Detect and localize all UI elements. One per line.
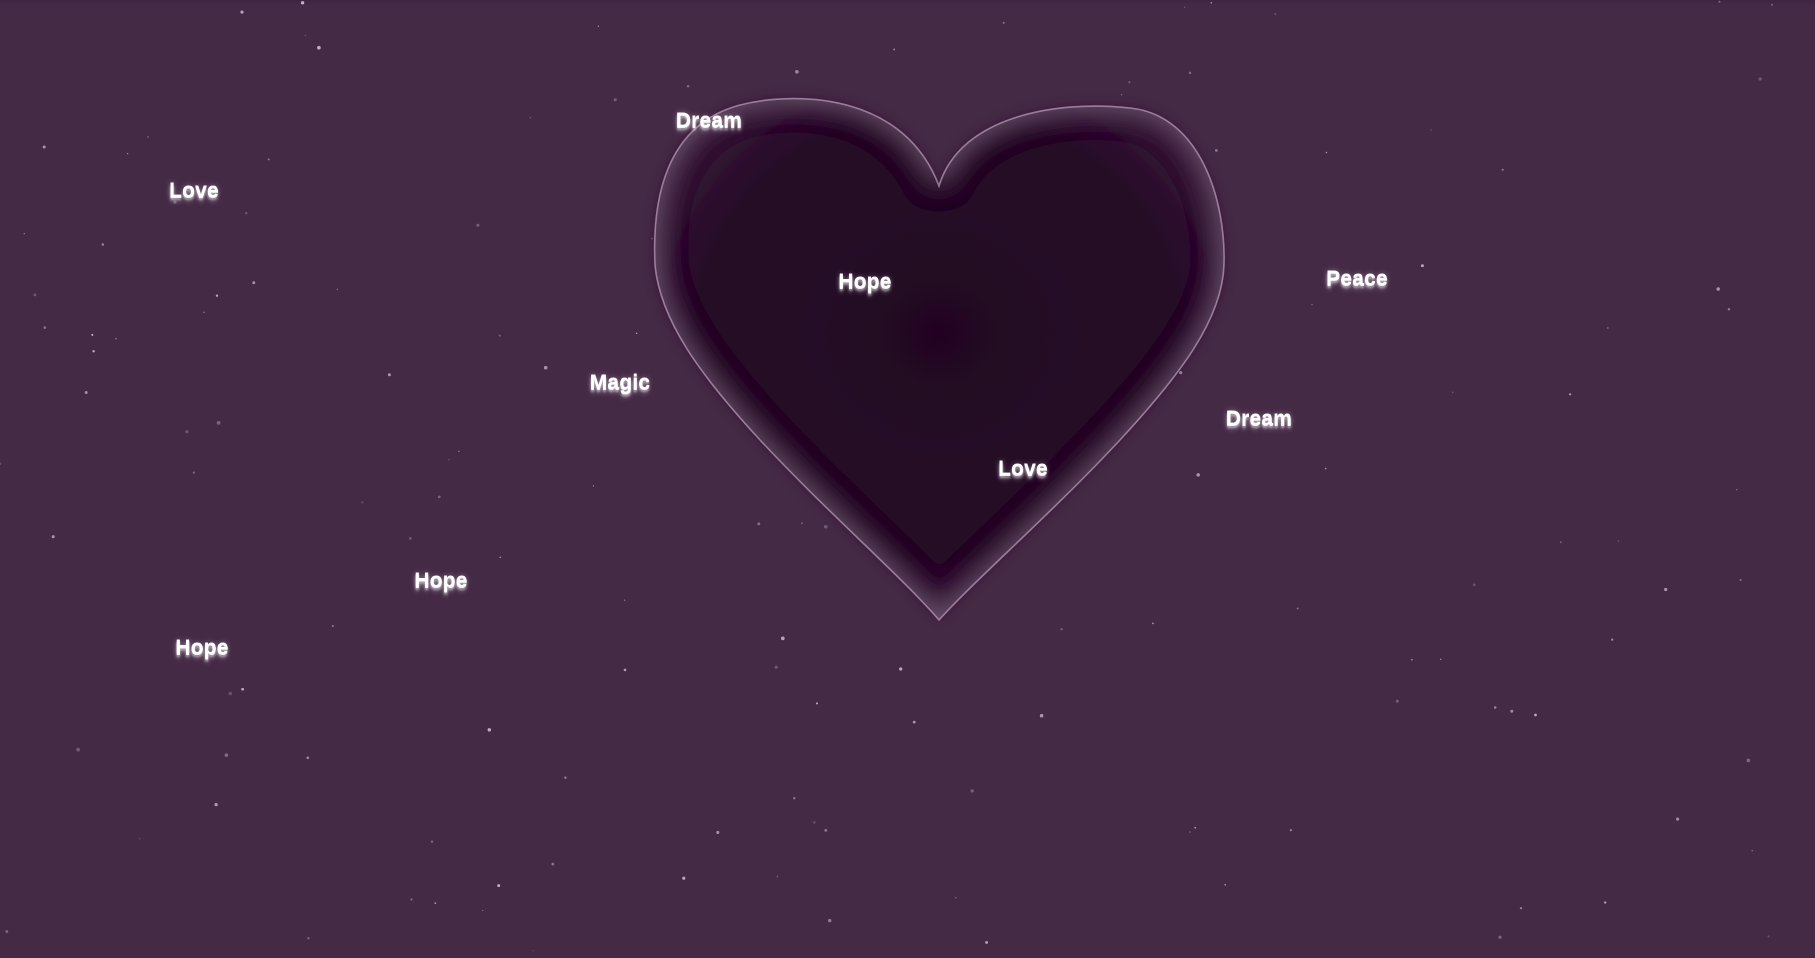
word-dream[interactable]: Dream — [1226, 407, 1292, 431]
word-magic[interactable]: Magic — [590, 371, 651, 395]
word-hope[interactable]: Hope — [414, 569, 467, 593]
heart-icon — [653, 97, 1225, 622]
word-love[interactable]: Love — [169, 179, 219, 203]
word-dream[interactable]: Dream — [676, 109, 742, 133]
word-peace[interactable]: Peace — [1326, 267, 1388, 291]
word-hope[interactable]: Hope — [838, 270, 891, 294]
word-hope[interactable]: Hope — [175, 636, 228, 660]
word-love[interactable]: Love — [998, 457, 1048, 481]
night-sky-scene: Dream Love Hope Peace Magic Dream Love H… — [0, 0, 1815, 958]
